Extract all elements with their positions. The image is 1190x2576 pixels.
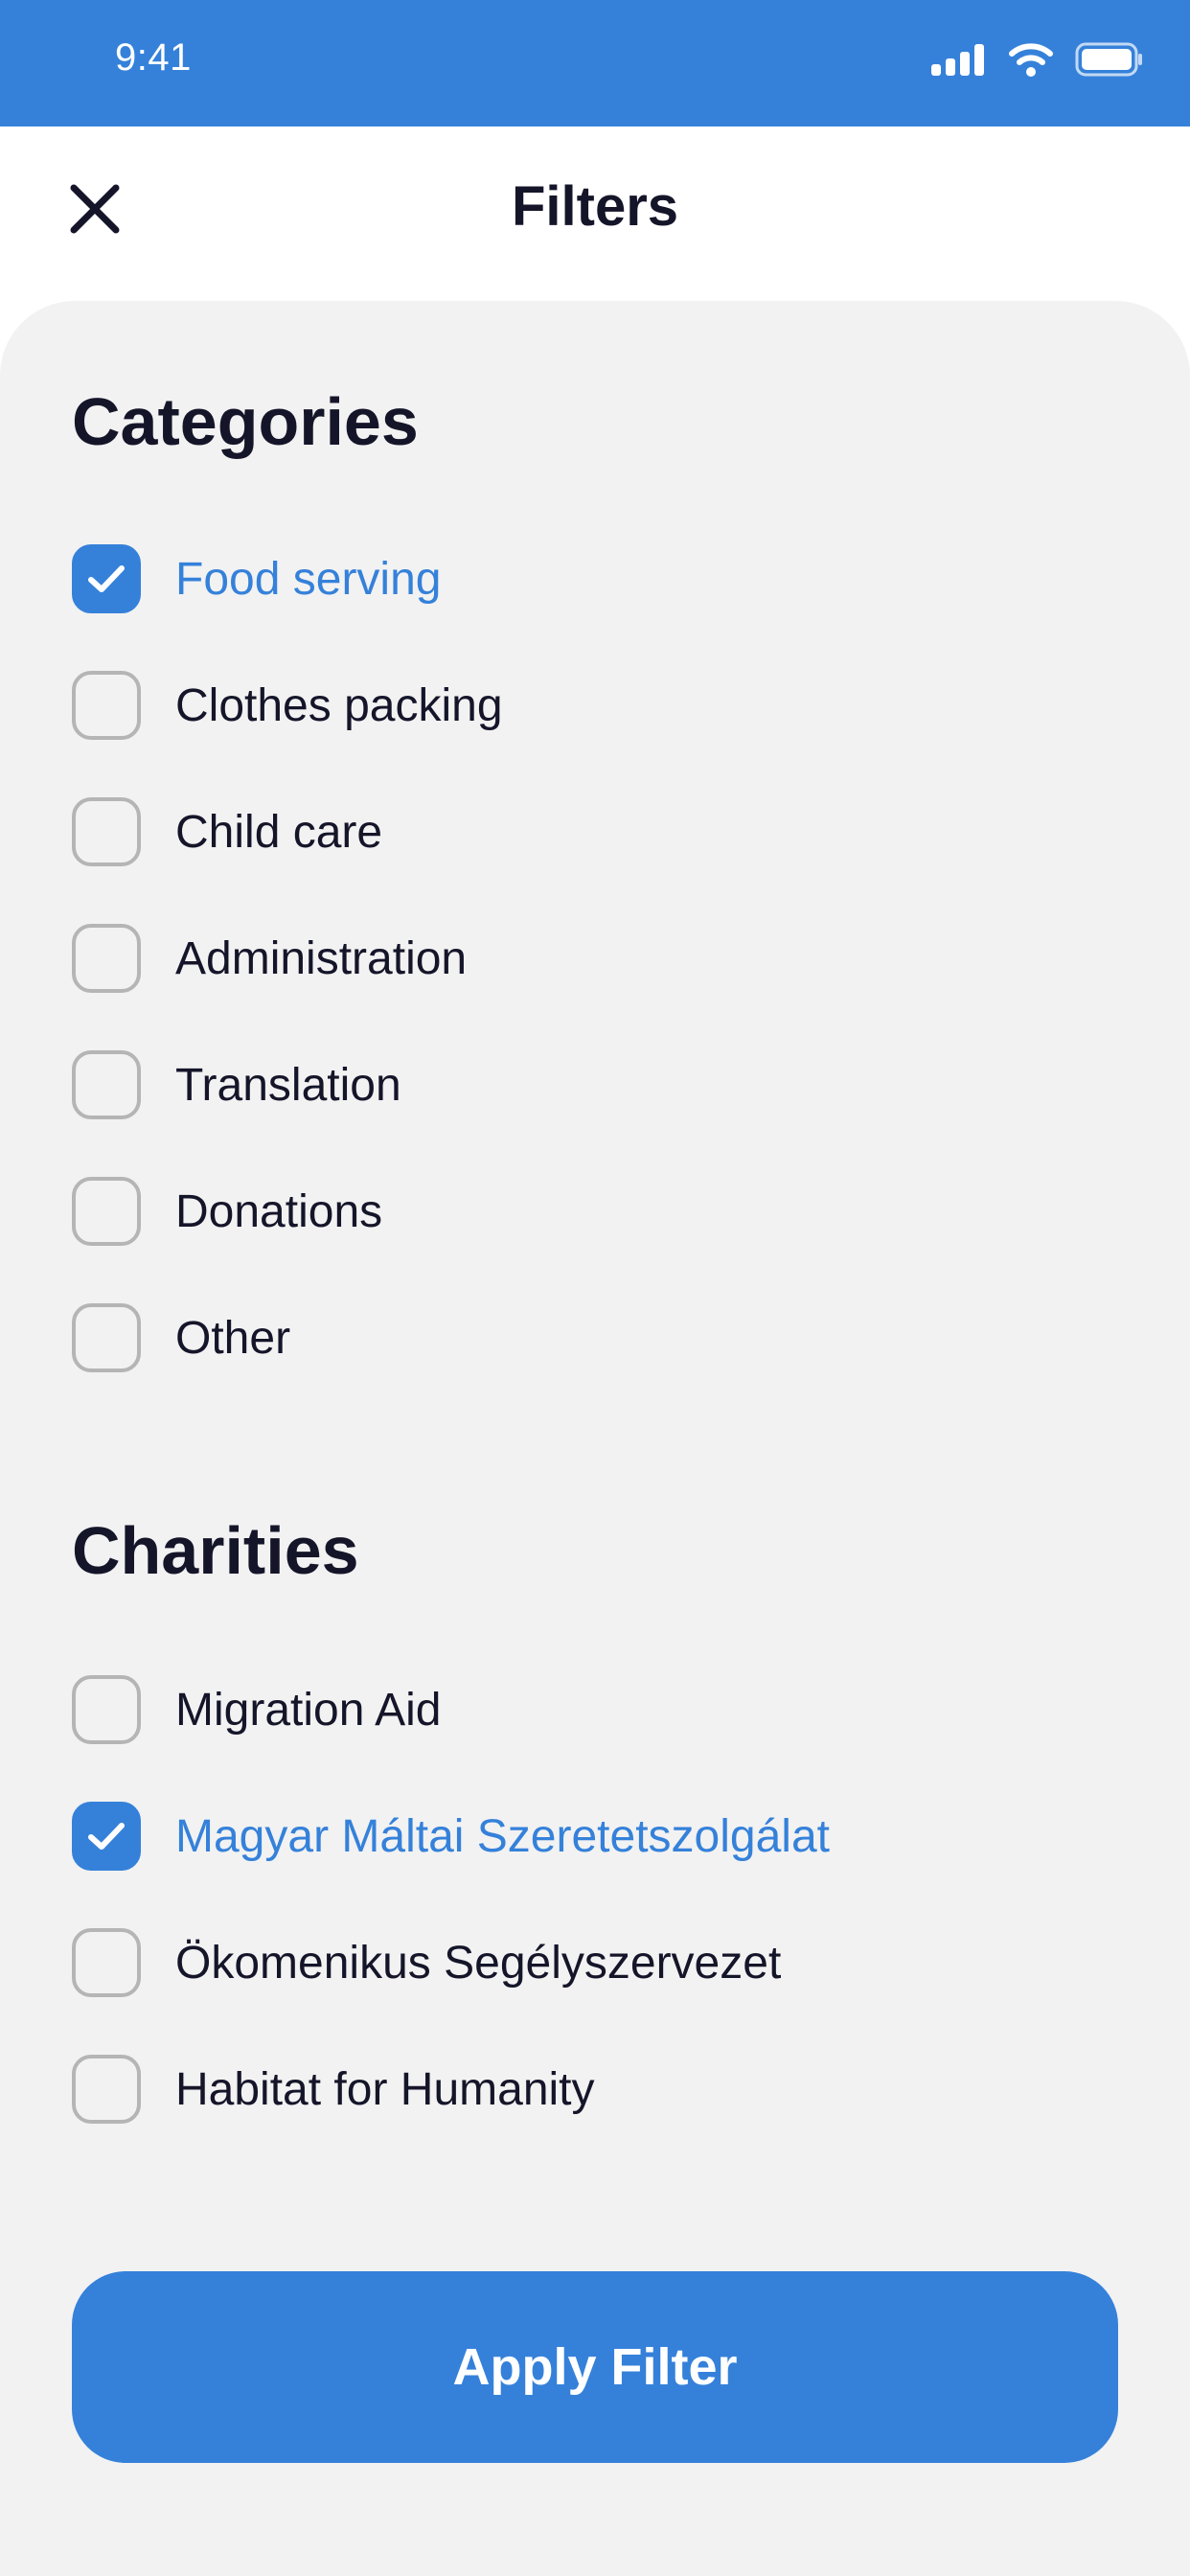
- category-option-donations[interactable]: Donations: [72, 1177, 382, 1246]
- header: Filters: [0, 126, 1190, 301]
- option-label: Ökomenikus Segélyszervezet: [175, 1937, 782, 1989]
- status-icons: [931, 42, 1144, 80]
- option-label: Other: [175, 1312, 291, 1364]
- checkbox[interactable]: [72, 544, 141, 613]
- checkmark-icon: [88, 1823, 125, 1850]
- checkbox[interactable]: [72, 797, 141, 866]
- checkbox[interactable]: [72, 671, 141, 740]
- charity-option-okomenikus[interactable]: Ökomenikus Segélyszervezet: [72, 1928, 781, 1997]
- option-label: Child care: [175, 806, 383, 858]
- page-title: Filters: [511, 175, 679, 238]
- category-option-child-care[interactable]: Child care: [72, 797, 382, 866]
- option-label: Translation: [175, 1059, 401, 1111]
- option-label: Migration Aid: [175, 1684, 442, 1736]
- charity-option-migration-aid[interactable]: Migration Aid: [72, 1675, 441, 1744]
- apply-filter-label: Apply Filter: [452, 2338, 738, 2396]
- checkbox[interactable]: [72, 1928, 141, 1997]
- checkbox[interactable]: [72, 1050, 141, 1119]
- categories-title: Categories: [72, 384, 419, 459]
- category-option-other[interactable]: Other: [72, 1303, 290, 1372]
- checkbox[interactable]: [72, 1177, 141, 1246]
- option-label: Donations: [175, 1185, 383, 1237]
- checkbox[interactable]: [72, 2055, 141, 2124]
- option-label: Food serving: [175, 553, 442, 605]
- apply-filter-button[interactable]: Apply Filter: [72, 2271, 1118, 2463]
- battery-icon: [1075, 42, 1144, 81]
- cellular-signal-icon: [931, 43, 987, 80]
- option-label: Clothes packing: [175, 679, 503, 731]
- option-label: Habitat for Humanity: [175, 2063, 595, 2115]
- category-option-clothes-packing[interactable]: Clothes packing: [72, 671, 503, 740]
- wifi-icon: [1008, 42, 1054, 81]
- charity-option-habitat[interactable]: Habitat for Humanity: [72, 2055, 595, 2124]
- checkbox[interactable]: [72, 1802, 141, 1871]
- option-label: Magyar Máltai Szeretetszolgálat: [175, 1810, 830, 1862]
- category-option-food-serving[interactable]: Food serving: [72, 544, 441, 613]
- option-label: Administration: [175, 932, 468, 984]
- category-option-administration[interactable]: Administration: [72, 924, 467, 993]
- category-option-translation[interactable]: Translation: [72, 1050, 401, 1119]
- filter-sheet: [0, 301, 1190, 2576]
- checkbox[interactable]: [72, 1303, 141, 1372]
- checkbox[interactable]: [72, 1675, 141, 1744]
- checkmark-icon: [88, 565, 125, 592]
- charity-option-magyar-maltai[interactable]: Magyar Máltai Szeretetszolgálat: [72, 1802, 830, 1871]
- charities-title: Charities: [72, 1513, 359, 1588]
- status-bar: 9:41: [0, 0, 1190, 126]
- status-time: 9:41: [115, 36, 192, 79]
- checkbox[interactable]: [72, 924, 141, 993]
